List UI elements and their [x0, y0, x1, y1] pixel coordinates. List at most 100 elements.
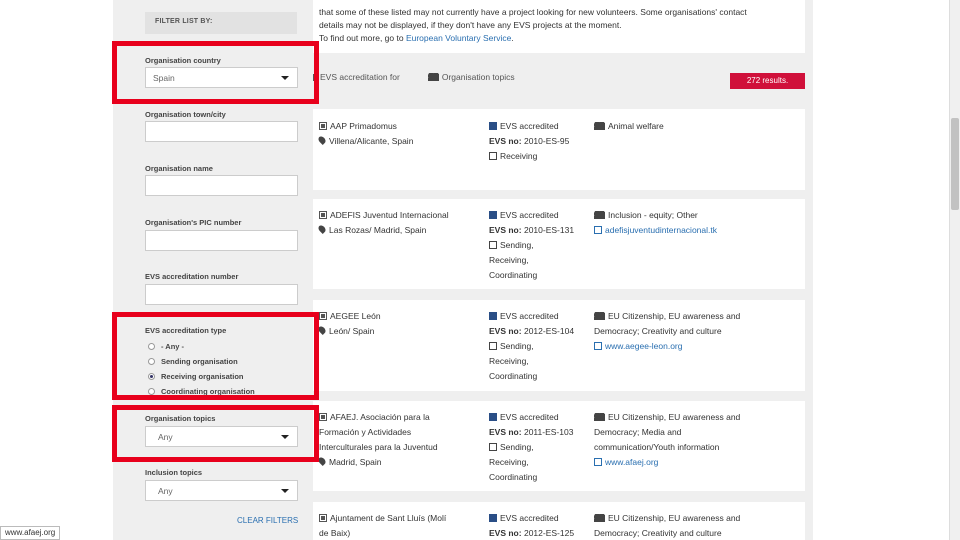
pic-input[interactable]	[145, 230, 298, 251]
role-text: Receiving	[500, 151, 538, 161]
org-location-text: Villena/Alicante, Spain	[329, 136, 414, 146]
building-icon	[319, 514, 327, 522]
evs-number-input[interactable]	[145, 284, 298, 305]
org-name-line: AFAEJ. Asociación para la	[330, 412, 430, 422]
inclusion-label: Inclusion topics	[145, 468, 203, 477]
evs-no-value: 2010-ES-95	[523, 136, 570, 146]
people-icon	[427, 73, 439, 81]
highlight-accreditation-type	[112, 312, 319, 400]
evs-number-label: EVS accreditation number	[145, 272, 239, 281]
map-pin-icon	[317, 135, 327, 145]
evs-no-label: EVS no:	[489, 326, 522, 336]
org-evs-number: EVS no: 2012-ES-104	[489, 324, 589, 339]
org-topics-col: EU Citizenship, EU awareness and Democra…	[594, 410, 802, 470]
org-website[interactable]: adefisjuventudinternacional.tk	[594, 223, 802, 238]
org-accredited: EVS accredited	[489, 119, 589, 134]
org-role: Coordinating	[489, 371, 538, 381]
checkbox-checked-icon	[489, 413, 497, 421]
org-role: Sending,	[489, 238, 589, 253]
website-link[interactable]: www.aegee-leon.org	[605, 341, 683, 351]
clear-filters-link[interactable]: CLEAR FILTERS	[237, 516, 298, 525]
org-topics-col: EU Citizenship, EU awareness and Democra…	[594, 309, 802, 354]
inclusion-select[interactable]: Any	[145, 480, 298, 501]
org-name-line[interactable]: Formación y Actividades	[319, 425, 484, 440]
intro-line: To find out more, go to European Volunta…	[319, 32, 799, 45]
building-icon	[319, 312, 327, 320]
org-evs-col: EVS accredited EVS no: 2010-ES-95 Receiv…	[489, 119, 589, 164]
checkbox-checked-icon	[489, 514, 497, 522]
org-name-col: Ajuntament de Sant Lluís (Molí de Baix)	[319, 511, 484, 540]
org-evs-number: EVS no: 2012-ES-125	[489, 526, 589, 540]
accredited-text: EVS accredited	[500, 412, 559, 422]
org-accredited: EVS accredited	[489, 511, 589, 526]
org-website[interactable]: www.afaej.org	[594, 455, 802, 470]
sort-label: EVS accreditation for	[320, 72, 400, 82]
org-location: Villena/Alicante, Spain	[317, 134, 484, 149]
role-text: Sending,	[500, 240, 534, 250]
org-role: Coordinating	[489, 270, 538, 280]
org-topics: EU Citizenship, EU awareness and	[594, 309, 802, 324]
scrollbar-thumb[interactable]	[951, 118, 959, 210]
people-icon	[594, 413, 605, 421]
role-text: Sending,	[500, 341, 534, 351]
evs-link[interactable]: European Voluntary Service	[406, 33, 511, 43]
org-topics-cont: communication/Youth information	[594, 442, 720, 452]
org-evs-col: EVS accredited EVS no: 2012-ES-125	[489, 511, 589, 540]
org-topics-col: Animal welfare	[594, 119, 802, 134]
highlight-country	[112, 41, 319, 104]
org-name-col: AAP Primadomus Villena/Alicante, Spain	[317, 119, 484, 149]
org-role: Sending,	[489, 339, 589, 354]
website-link[interactable]: adefisjuventudinternacional.tk	[605, 225, 717, 235]
org-title[interactable]: AFAEJ. Asociación para la	[319, 410, 484, 425]
role-text: Sending,	[500, 442, 534, 452]
website-link[interactable]: www.afaej.org	[605, 457, 658, 467]
org-evs-col: EVS accredited EVS no: 2011-ES-103 Sendi…	[489, 410, 589, 485]
org-title[interactable]: AEGEE León	[319, 309, 484, 324]
hand-icon	[489, 241, 497, 249]
org-name-line[interactable]: Interculturales para la Juventud	[319, 440, 484, 455]
people-icon	[594, 122, 605, 130]
sort-topics[interactable]: Organisation topics	[427, 72, 515, 82]
evs-no-label: EVS no:	[489, 225, 522, 235]
org-name-line: AAP Primadomus	[330, 121, 397, 131]
topics-text: EU Citizenship, EU awareness and	[608, 513, 741, 523]
topics-text: EU Citizenship, EU awareness and	[608, 311, 741, 321]
org-title[interactable]: AAP Primadomus	[319, 119, 484, 134]
town-input[interactable]	[145, 121, 298, 142]
org-role: Receiving	[489, 149, 589, 164]
org-role: Receiving,	[489, 356, 529, 366]
organisation-card: AEGEE León León/ Spain EVS accredited EV…	[313, 300, 805, 391]
org-title[interactable]: ADEFIS Juventud Internacional	[319, 208, 484, 223]
org-name-line: Ajuntament de Sant Lluís (Molí	[330, 513, 447, 523]
checkbox-checked-icon	[489, 312, 497, 320]
org-role: Receiving,	[489, 457, 529, 467]
highlight-topics	[112, 405, 319, 462]
org-location: Madrid, Spain	[317, 455, 484, 470]
hand-icon	[489, 152, 497, 160]
org-location-text: León/ Spain	[329, 326, 375, 336]
org-name-input[interactable]	[145, 175, 298, 196]
external-link-icon	[594, 458, 602, 466]
org-role: Sending,	[489, 440, 589, 455]
org-accredited: EVS accredited	[489, 309, 589, 324]
evs-no-value: 2011-ES-103	[523, 427, 574, 437]
org-topics-col: EU Citizenship, EU awareness and Democra…	[594, 511, 802, 540]
org-website[interactable]: www.aegee-leon.org	[594, 339, 802, 354]
page-scrollbar[interactable]	[949, 0, 960, 540]
org-name-line[interactable]: de Baix)	[319, 526, 484, 540]
org-topics: Animal welfare	[594, 119, 802, 134]
hand-icon	[489, 443, 497, 451]
map-pin-icon	[317, 224, 327, 234]
org-evs-number: EVS no: 2011-ES-103	[489, 425, 589, 440]
checkbox-checked-icon	[489, 211, 497, 219]
sort-accreditation[interactable]: EVS accreditation for	[313, 72, 400, 82]
results-count-badge: 272 results.	[730, 73, 805, 89]
sort-bar: EVS accreditation for Organisation topic…	[313, 72, 515, 82]
sort-label: Organisation topics	[441, 72, 515, 82]
org-title[interactable]: Ajuntament de Sant Lluís (Molí	[319, 511, 484, 526]
topics-text: Inclusion - equity; Other	[608, 210, 698, 220]
inclusion-select-value: Any	[158, 486, 173, 496]
accredited-text: EVS accredited	[500, 121, 559, 131]
org-name-line: ADEFIS Juventud Internacional	[330, 210, 449, 220]
people-icon	[594, 514, 605, 522]
